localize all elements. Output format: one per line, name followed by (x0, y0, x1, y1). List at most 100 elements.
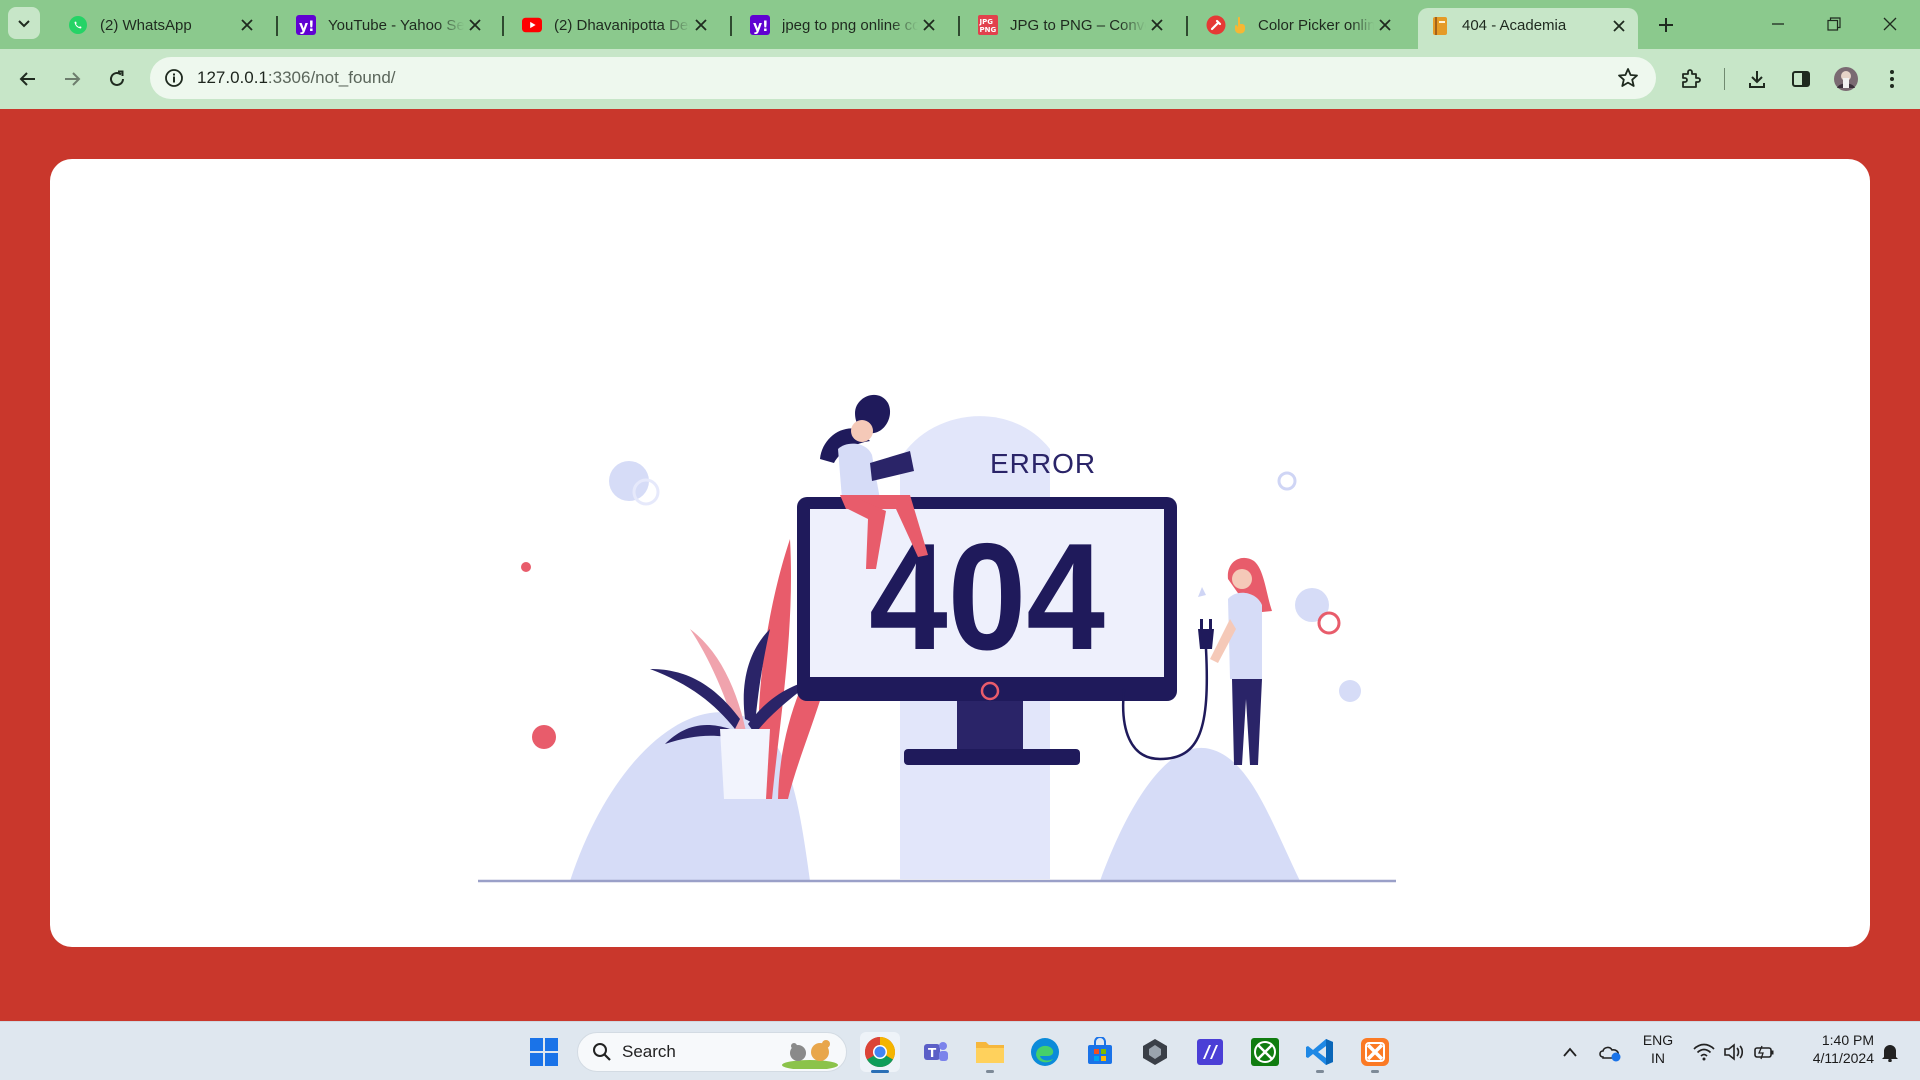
tab-separator (730, 16, 732, 36)
error-card: ERROR 404 (50, 159, 1870, 947)
notifications-button[interactable] (1874, 1032, 1906, 1072)
tab-jpeg-to-png-search[interactable]: y! jpeg to png online converter (738, 9, 948, 41)
reload-icon (110, 70, 124, 86)
open-app-indicator (1371, 1070, 1379, 1073)
color-picker-icon (1206, 15, 1226, 35)
toolbar-divider (1724, 68, 1725, 90)
xampp-icon[interactable] (1355, 1032, 1395, 1072)
whatsapp-icon (68, 15, 88, 35)
site-info-icon[interactable] (159, 63, 189, 93)
plug (1198, 629, 1214, 649)
tab-separator (502, 16, 504, 36)
reload-button[interactable] (101, 63, 133, 95)
tab-search-button[interactable] (8, 7, 40, 39)
microsoft-store-icon[interactable] (1080, 1032, 1120, 1072)
new-tab-button[interactable] (1652, 11, 1680, 39)
onedrive-icon[interactable] (1592, 1032, 1628, 1072)
region-code: IN (1651, 1050, 1665, 1066)
chevron-up-icon (1563, 1047, 1577, 1057)
search-highlight-animals-icon (782, 1040, 838, 1069)
minimize-button[interactable] (1758, 8, 1798, 40)
close-icon[interactable] (464, 14, 486, 36)
downloads-button[interactable] (1741, 63, 1773, 95)
restore-button[interactable] (1814, 8, 1854, 40)
plug-pin (1200, 619, 1203, 629)
avatar-icon (1834, 67, 1858, 91)
browser-toolbar: 127.0.0.1:3306/not_found/ (0, 49, 1920, 109)
task-app-icon[interactable] (1190, 1032, 1230, 1072)
tab-youtube-yahoo-search[interactable]: y! YouTube - Yahoo Search (284, 9, 494, 41)
spark-icon (1198, 587, 1206, 597)
close-icon[interactable] (690, 14, 712, 36)
decor-dot (532, 725, 556, 749)
error-404-illustration: ERROR 404 (478, 394, 1396, 883)
unity-icon[interactable] (1135, 1032, 1175, 1072)
xbox-icon[interactable] (1245, 1032, 1285, 1072)
yahoo-icon: y! (750, 15, 770, 35)
address-bar[interactable]: 127.0.0.1:3306/not_found/ (150, 57, 1656, 99)
woman-legs (1232, 679, 1262, 765)
teams-icon[interactable]: T (915, 1032, 955, 1072)
tab-title: jpeg to png online converter (782, 16, 918, 34)
close-icon[interactable] (1608, 15, 1630, 37)
show-hidden-icons-button[interactable] (1552, 1032, 1588, 1072)
clock-time: 1:40 PM (1821, 1032, 1874, 1048)
plug-pin (1209, 619, 1212, 629)
decor-dot (1295, 588, 1329, 622)
minimize-icon (1772, 23, 1784, 25)
quick-settings-button[interactable] (1686, 1032, 1782, 1072)
academia-book-icon (1430, 16, 1450, 36)
url-text[interactable]: 127.0.0.1:3306/not_found/ (197, 68, 396, 88)
arrow-right-icon (65, 72, 81, 86)
bookmark-star-icon[interactable] (1616, 66, 1640, 90)
error-label: ERROR (990, 448, 1096, 479)
plus-icon (1659, 18, 1673, 32)
chevron-down-icon (18, 20, 30, 28)
wifi-icon (1693, 1043, 1715, 1061)
windows-taskbar: Search T ENG IN 1:40 PM 4/11/2024 (0, 1021, 1920, 1080)
tab-jpg-to-png-converter[interactable]: JPGPNG JPG to PNG – Converter (966, 9, 1176, 41)
youtube-icon (522, 15, 542, 35)
tab-separator (1186, 16, 1188, 36)
profile-avatar[interactable] (1830, 63, 1862, 95)
jpg-png-icon: JPG PNG (978, 15, 998, 35)
svg-text:JPG: JPG (979, 18, 994, 26)
tab-title: (2) WhatsApp (100, 16, 192, 34)
close-icon[interactable] (918, 14, 940, 36)
back-button[interactable] (12, 63, 44, 95)
browser-menu-button[interactable] (1876, 63, 1908, 95)
taskbar-search-input[interactable]: Search (577, 1032, 847, 1072)
woman-torso (1228, 592, 1262, 679)
extensions-button[interactable] (1675, 63, 1707, 95)
vscode-icon[interactable] (1300, 1032, 1340, 1072)
clock-date: 4/11/2024 (1812, 1050, 1874, 1066)
url-host: 127.0.0.1 (197, 68, 268, 87)
download-icon (1749, 71, 1765, 88)
woman-face (851, 420, 873, 442)
tab-whatsapp[interactable]: (2) WhatsApp (56, 9, 266, 41)
close-icon[interactable] (1374, 14, 1396, 36)
file-explorer-icon[interactable] (970, 1032, 1010, 1072)
forward-button[interactable] (56, 63, 88, 95)
open-app-indicator (986, 1070, 994, 1073)
chrome-icon[interactable] (860, 1032, 900, 1072)
lavender-hill (1100, 747, 1300, 881)
search-icon (593, 1043, 611, 1061)
clock[interactable]: 1:40 PM 4/11/2024 (1786, 1031, 1874, 1067)
volume-icon (1724, 1043, 1744, 1061)
tab-title: (2) Dhavanipotta Deeksha (554, 16, 690, 34)
active-app-indicator (871, 1070, 889, 1073)
tab-404-academia[interactable]: 404 - Academia (1418, 8, 1638, 49)
edge-icon[interactable] (1025, 1032, 1065, 1072)
close-icon[interactable] (1146, 14, 1168, 36)
side-panel-button[interactable] (1785, 63, 1817, 95)
open-app-indicator (1316, 1070, 1324, 1073)
woman-face (1232, 569, 1252, 589)
tab-color-picker[interactable]: Color Picker online (1194, 9, 1404, 41)
window-close-button[interactable] (1870, 8, 1910, 40)
tab-separator (958, 16, 960, 36)
windows-start-icon[interactable] (524, 1032, 564, 1072)
close-icon[interactable] (236, 14, 258, 36)
tab-youtube-video[interactable]: (2) Dhavanipotta Deeksha (510, 9, 720, 41)
language-indicator[interactable]: ENG IN (1636, 1031, 1680, 1067)
